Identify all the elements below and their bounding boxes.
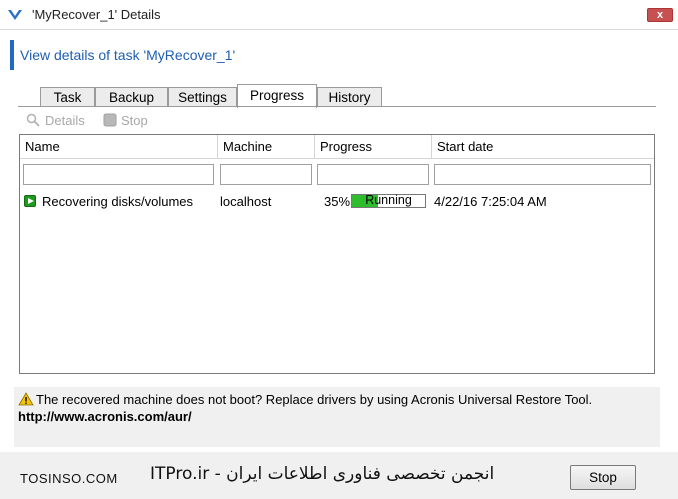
column-header-progress[interactable]: Progress — [315, 135, 432, 159]
row-progress-percent: 35% — [324, 194, 351, 209]
column-header-start-date[interactable]: Start date — [432, 135, 654, 159]
footer-bar: TOSINSO.COM ITPro.ir - انجمن تخصصی فناور… — [0, 452, 678, 499]
tab-task[interactable]: Task — [40, 87, 95, 107]
row-start-date[interactable]: 4/22/16 7:25:04 AM — [434, 194, 547, 210]
filter-name-input[interactable] — [23, 164, 214, 185]
running-status-icon — [24, 195, 36, 207]
column-header-machine[interactable]: Machine — [218, 135, 315, 159]
watermark-left: TOSINSO.COM — [20, 471, 118, 486]
info-panel: The recovered machine does not boot? Rep… — [14, 387, 660, 447]
window-title: 'MyRecover_1' Details — [32, 7, 161, 22]
close-button[interactable]: x — [647, 8, 673, 22]
progress-bar: Running — [351, 193, 426, 208]
filter-machine-input[interactable] — [220, 164, 312, 185]
progress-status-text: Running — [365, 193, 412, 207]
title-bar: 'MyRecover_1' Details x — [0, 0, 678, 30]
tab-backup[interactable]: Backup — [95, 87, 168, 107]
row-name[interactable]: Recovering disks/volumes — [42, 194, 193, 210]
stop-toolbar-button[interactable]: Stop — [121, 113, 148, 128]
filter-start-date-input[interactable] — [434, 164, 651, 185]
universal-restore-link[interactable]: http://www.acronis.com/aur/ — [18, 409, 192, 424]
warning-icon — [18, 392, 34, 406]
row-machine[interactable]: localhost — [220, 194, 271, 210]
header-accent-bar — [10, 40, 14, 70]
warning-message: The recovered machine does not boot? Rep… — [36, 392, 593, 407]
tab-divider — [18, 106, 656, 107]
stop-icon — [103, 113, 117, 127]
column-header-name[interactable]: Name — [20, 135, 218, 159]
page-title: View details of task 'MyRecover_1' — [20, 47, 236, 63]
tab-settings[interactable]: Settings — [168, 87, 237, 107]
tab-progress[interactable]: Progress — [237, 84, 317, 108]
stop-button[interactable]: Stop — [570, 465, 636, 490]
details-button[interactable]: Details — [45, 113, 85, 128]
task-progress-table: Name Machine Progress Start date Recover… — [19, 134, 655, 374]
tab-history[interactable]: History — [317, 87, 382, 107]
filter-progress-input[interactable] — [317, 164, 429, 185]
acronis-logo-icon — [8, 10, 22, 20]
search-icon — [26, 113, 40, 127]
watermark-center: ITPro.ir - انجمن تخصصی فناوری اطلاعات ای… — [150, 464, 495, 484]
